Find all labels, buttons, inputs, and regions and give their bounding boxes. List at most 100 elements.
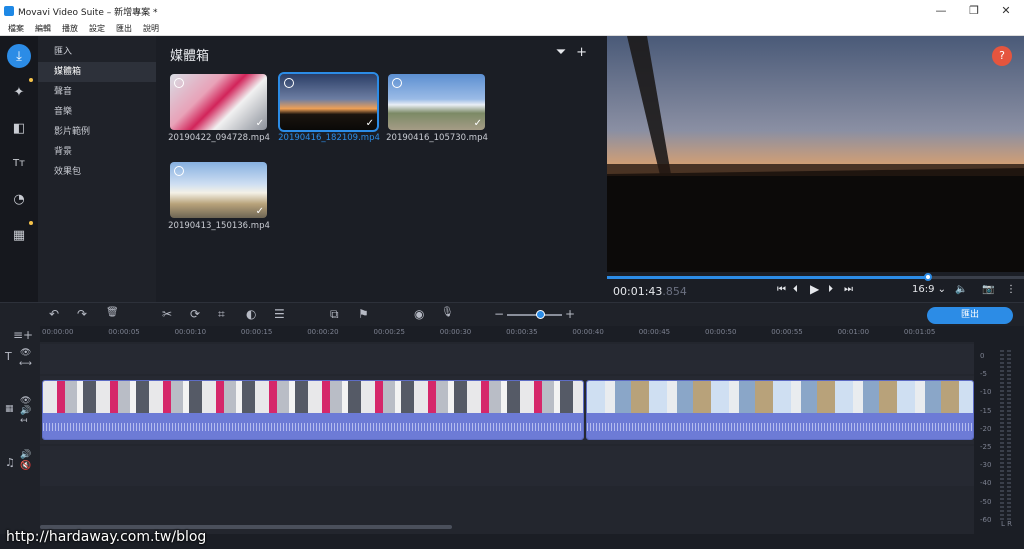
app-icon	[4, 6, 14, 16]
import-icon[interactable]: ⤓	[7, 44, 31, 68]
magic-wand-icon[interactable]: ✦	[7, 80, 31, 104]
menu-music[interactable]: 音樂	[38, 102, 156, 122]
clip-video-strip	[587, 381, 973, 413]
clip-video-strip	[43, 381, 583, 413]
volume-icon[interactable]: 🔊	[20, 450, 31, 460]
zoom-out-icon[interactable]: −	[494, 307, 504, 321]
ruler-tick: 00:00:30	[439, 328, 472, 336]
music-track[interactable]	[40, 446, 974, 486]
left-toolbar: ⤓ ✦ ◧ Tт ◔ ▦	[0, 36, 38, 302]
webcam-icon[interactable]: ◉	[414, 307, 424, 321]
menu-export[interactable]: 匯出	[116, 23, 132, 34]
maximize-button[interactable]: ❐	[958, 0, 990, 22]
picture-in-picture-icon[interactable]: ⧉	[330, 307, 339, 322]
current-time: 00:01:43.854	[613, 285, 687, 298]
timeline-clip[interactable]	[586, 380, 974, 440]
visibility-icon[interactable]: 👁	[20, 348, 31, 358]
media-thumbnail[interactable]: ✓	[170, 162, 267, 218]
menu-media-bin[interactable]: 媒體箱	[38, 62, 156, 82]
scrubber-progress	[607, 276, 929, 279]
add-track-icon[interactable]: ≡+	[13, 328, 33, 342]
meter-db-label: -40	[980, 479, 992, 488]
ruler-tick: 00:00:50	[705, 328, 737, 336]
frame-back-icon[interactable]: ⏴	[793, 284, 798, 295]
menu-edit[interactable]: 編輯	[35, 23, 51, 34]
meter-db-label: -15	[980, 406, 992, 415]
menu-effect-packs[interactable]: 效果包	[38, 162, 156, 182]
marker-icon[interactable]: ⚑	[358, 307, 369, 321]
timeline-toolbar: ↶ ↷ 🗑 ✂ ⟳ ⌗ ◐ ☰ ⧉ ⚑ ◉ 🎙 − + 匯出	[0, 302, 1024, 326]
ruler-tick: 00:00:20	[307, 328, 339, 336]
ruler-tick: 00:00:35	[506, 328, 538, 336]
panel-title: 媒體箱	[170, 49, 210, 64]
menu-settings[interactable]: 設定	[89, 23, 105, 34]
redo-icon[interactable]: ↷	[77, 307, 87, 321]
link-icon[interactable]: ⟷	[19, 359, 32, 369]
playback-scrubber[interactable]	[607, 273, 1024, 281]
menu-backgrounds[interactable]: 背景	[38, 142, 156, 162]
import-menu: 匯入 媒體箱 聲音 音樂 影片範例 背景 效果包	[38, 36, 156, 302]
rotate-icon[interactable]: ⟳	[190, 307, 200, 321]
play-button[interactable]: ▶	[810, 282, 819, 296]
menu-help[interactable]: 說明	[143, 23, 159, 34]
aspect-ratio-select[interactable]: 16:9 ⌄	[912, 284, 946, 295]
meter-db-label: -10	[980, 388, 992, 397]
zoom-slider[interactable]	[507, 314, 562, 316]
add-media-icon[interactable]: +	[576, 45, 587, 60]
menu-import[interactable]: 匯入	[38, 42, 156, 62]
text-icon[interactable]: Tт	[7, 151, 31, 175]
preview-frame[interactable]: ?	[607, 36, 1024, 272]
more-tools-icon[interactable]: ▦	[7, 223, 31, 247]
menu-playback[interactable]: 播放	[62, 23, 78, 34]
text-track[interactable]	[40, 344, 974, 374]
link-icon[interactable]: ↤	[20, 416, 28, 426]
music-track-icon: ♫	[5, 456, 15, 469]
meter-channels: L R	[1001, 520, 1012, 528]
snapshot-icon[interactable]: 📷	[982, 284, 994, 295]
close-button[interactable]: ✕	[990, 0, 1022, 22]
skip-start-icon[interactable]: ⏮	[777, 284, 786, 295]
mute-icon[interactable]: 🔇	[20, 461, 31, 471]
notification-dot	[29, 78, 33, 82]
text-track-icon: T	[5, 350, 12, 363]
media-thumbnail[interactable]: ✓	[388, 74, 485, 130]
media-thumbnail[interactable]: ✓	[278, 72, 379, 132]
transition-icon[interactable]: ◧	[7, 116, 31, 140]
timeline-clip[interactable]	[42, 380, 584, 440]
menu-bar: 檔案 編輯 播放 設定 匯出 說明	[0, 22, 1024, 36]
help-icon[interactable]: ?	[992, 46, 1012, 66]
crop-icon[interactable]: ⌗	[218, 307, 225, 322]
menu-file[interactable]: 檔案	[8, 23, 24, 34]
minimize-button[interactable]: —	[925, 0, 957, 22]
filter-icon[interactable]: ⏷	[556, 45, 566, 60]
menu-sample-videos[interactable]: 影片範例	[38, 122, 156, 142]
scrubber-handle[interactable]	[924, 273, 933, 281]
color-adjust-icon[interactable]: ◐	[246, 307, 256, 321]
frame-forward-icon[interactable]: ⏵	[828, 284, 833, 295]
undo-icon[interactable]: ↶	[49, 307, 59, 321]
ruler-tick: 00:00:45	[638, 328, 671, 336]
cut-icon[interactable]: ✂	[162, 307, 172, 321]
timeline-tracks	[40, 342, 974, 534]
zoom-slider-handle[interactable]	[536, 310, 545, 319]
timeline-ruler[interactable]: 00:00:00 00:00:05 00:00:10 00:00:15 00:00:20…	[40, 326, 974, 342]
visibility-icon[interactable]: 👁	[20, 396, 31, 406]
audio-level-meter: L R 0 -5 -10 -15 -20 -25 -30 -40 -50 -60	[974, 342, 1024, 534]
check-icon: ✓	[255, 206, 264, 217]
volume-icon[interactable]: 🔈	[955, 284, 967, 295]
menu-sounds[interactable]: 聲音	[38, 82, 156, 102]
clip-audio-strip	[43, 413, 583, 439]
meter-bar-left	[1000, 350, 1004, 522]
microphone-icon[interactable]: 🎙	[441, 307, 454, 318]
delete-icon[interactable]: 🗑	[106, 307, 119, 318]
zoom-in-icon[interactable]: +	[565, 307, 575, 321]
volume-icon[interactable]: 🔊	[20, 406, 31, 416]
meter-db-label: 0	[980, 352, 985, 360]
clip-properties-icon[interactable]: ☰	[274, 307, 285, 321]
media-thumbnail[interactable]: ✓	[170, 74, 267, 130]
sticker-icon[interactable]: ◔	[7, 187, 31, 211]
title-bar: Movavi Video Suite – 新增專案 * — ❐ ✕	[0, 0, 1024, 22]
skip-end-icon[interactable]: ⏭	[844, 284, 853, 295]
export-button[interactable]: 匯出	[927, 307, 1013, 324]
more-options-icon[interactable]: ⋮	[1006, 284, 1016, 295]
